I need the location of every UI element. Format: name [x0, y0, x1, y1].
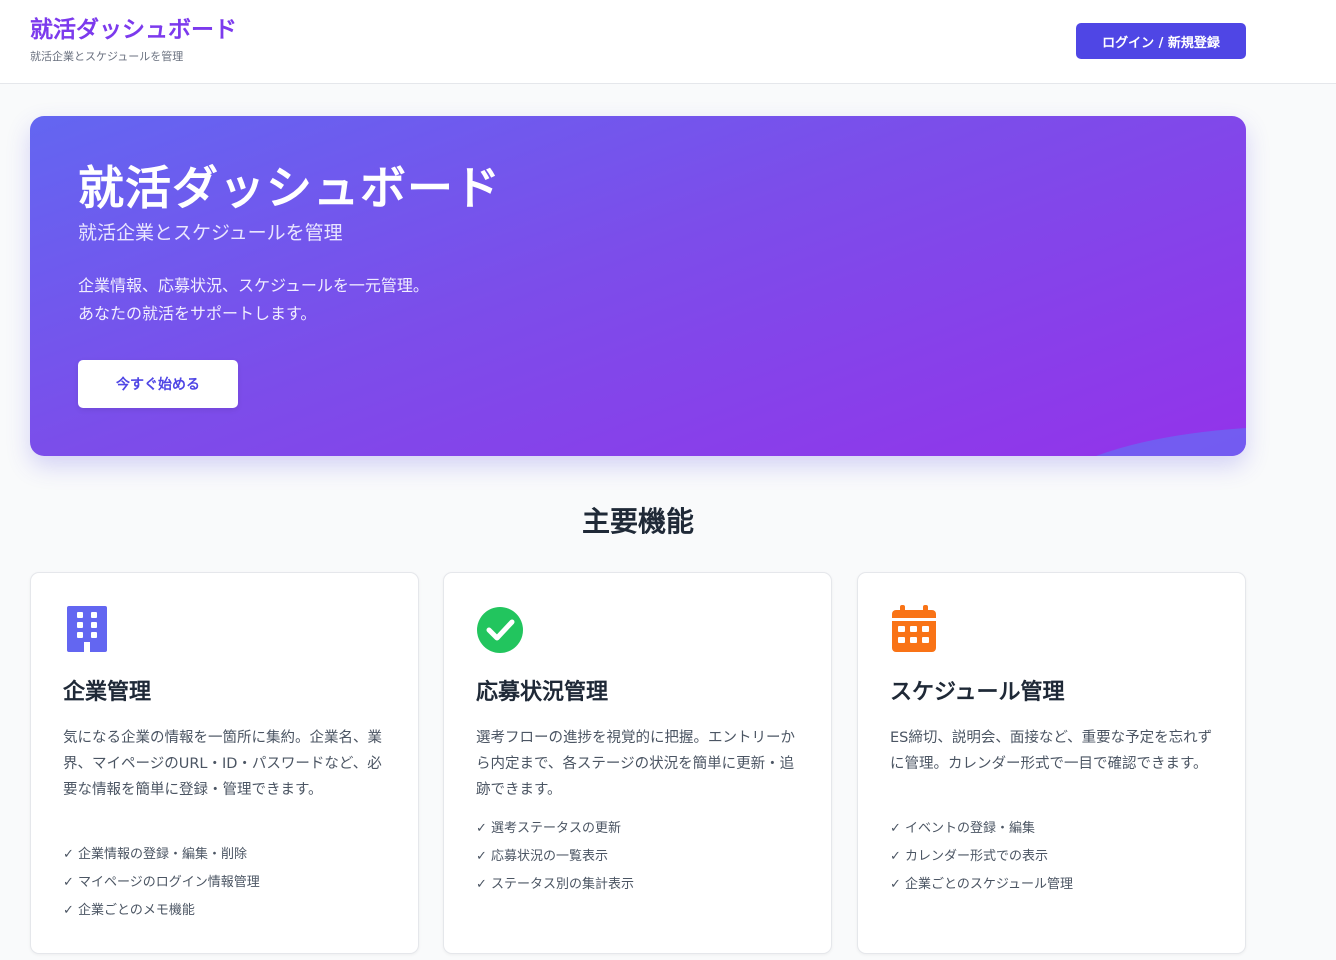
feature-title: 応募状況管理: [476, 680, 609, 705]
feature-list-item: カレンダー形式での表示: [890, 843, 1073, 871]
app-subtitle: 就活企業とスケジュールを管理: [30, 50, 184, 63]
feature-description: ES締切、説明会、面接など、重要な予定を忘れずに管理。カレンダー形式で一目で確認…: [890, 730, 1213, 772]
feature-card-schedule: スケジュール管理 ES締切、説明会、面接など、重要な予定を忘れずに管理。カレンダ…: [857, 572, 1246, 954]
feature-description: 気になる企業の情報を一箇所に集約。企業名、業界、マイページのURL・ID・パスワ…: [63, 730, 382, 798]
calendar-icon: [892, 605, 936, 652]
feature-list-item: イベントの登録・編集: [890, 815, 1073, 843]
feature-list-item: 企業ごとのスケジュール管理: [890, 871, 1073, 899]
feature-description: 選考フローの進捗を視覚的に把握。エントリーから内定まで、各ステージの状況を簡単に…: [476, 730, 795, 798]
hero-subtitle: 就活企業とスケジュールを管理: [78, 222, 343, 244]
hero-banner: 就活ダッシュボード 就活企業とスケジュールを管理 企業情報、応募状況、スケジュー…: [30, 116, 1246, 456]
feature-title: スケジュール管理: [890, 680, 1065, 705]
feature-list: 企業情報の登録・編集・削除 マイページのログイン情報管理 企業ごとのメモ機能: [63, 841, 260, 925]
hero-description: 企業情報、応募状況、スケジュールを一元管理。 あなたの就活をサポートします。: [78, 272, 429, 328]
feature-title: 企業管理: [63, 680, 152, 705]
features-heading: 主要機能: [581, 505, 694, 538]
feature-list-item: 選考ステータスの更新: [476, 815, 634, 843]
feature-list: イベントの登録・編集 カレンダー形式での表示 企業ごとのスケジュール管理: [890, 815, 1073, 899]
get-started-button[interactable]: 今すぐ始める: [78, 360, 238, 408]
feature-list: 選考ステータスの更新 応募状況の一覧表示 ステータス別の集計表示: [476, 815, 634, 899]
building-icon: [67, 606, 107, 652]
feature-list-item: 企業情報の登録・編集・削除: [63, 841, 260, 869]
feature-card-company: 企業管理 気になる企業の情報を一箇所に集約。企業名、業界、マイページのURL・I…: [30, 572, 419, 954]
hero-description-line: 企業情報、応募状況、スケジュールを一元管理。: [78, 276, 429, 295]
brand[interactable]: 就活ダッシュボード 就活企業とスケジュールを管理: [30, 16, 237, 64]
feature-list-item: マイページのログイン情報管理: [63, 869, 260, 897]
feature-list-item: 企業ごとのメモ機能: [63, 897, 260, 925]
feature-card-application: 応募状況管理 選考フローの進捗を視覚的に把握。エントリーから内定まで、各ステージ…: [443, 572, 832, 954]
check-circle-icon: [477, 607, 523, 653]
hero-wave-decoration: [1096, 428, 1246, 456]
feature-list-item: 応募状況の一覧表示: [476, 843, 634, 871]
app-title[interactable]: 就活ダッシュボード: [30, 16, 237, 44]
login-register-button[interactable]: ログイン / 新規登録: [1076, 23, 1246, 59]
top-header: 就活ダッシュボード 就活企業とスケジュールを管理 ログイン / 新規登録: [0, 0, 1336, 84]
hero-title: 就活ダッシュボード: [78, 161, 501, 215]
hero-description-line: あなたの就活をサポートします。: [78, 304, 317, 323]
feature-list-item: ステータス別の集計表示: [476, 871, 634, 899]
